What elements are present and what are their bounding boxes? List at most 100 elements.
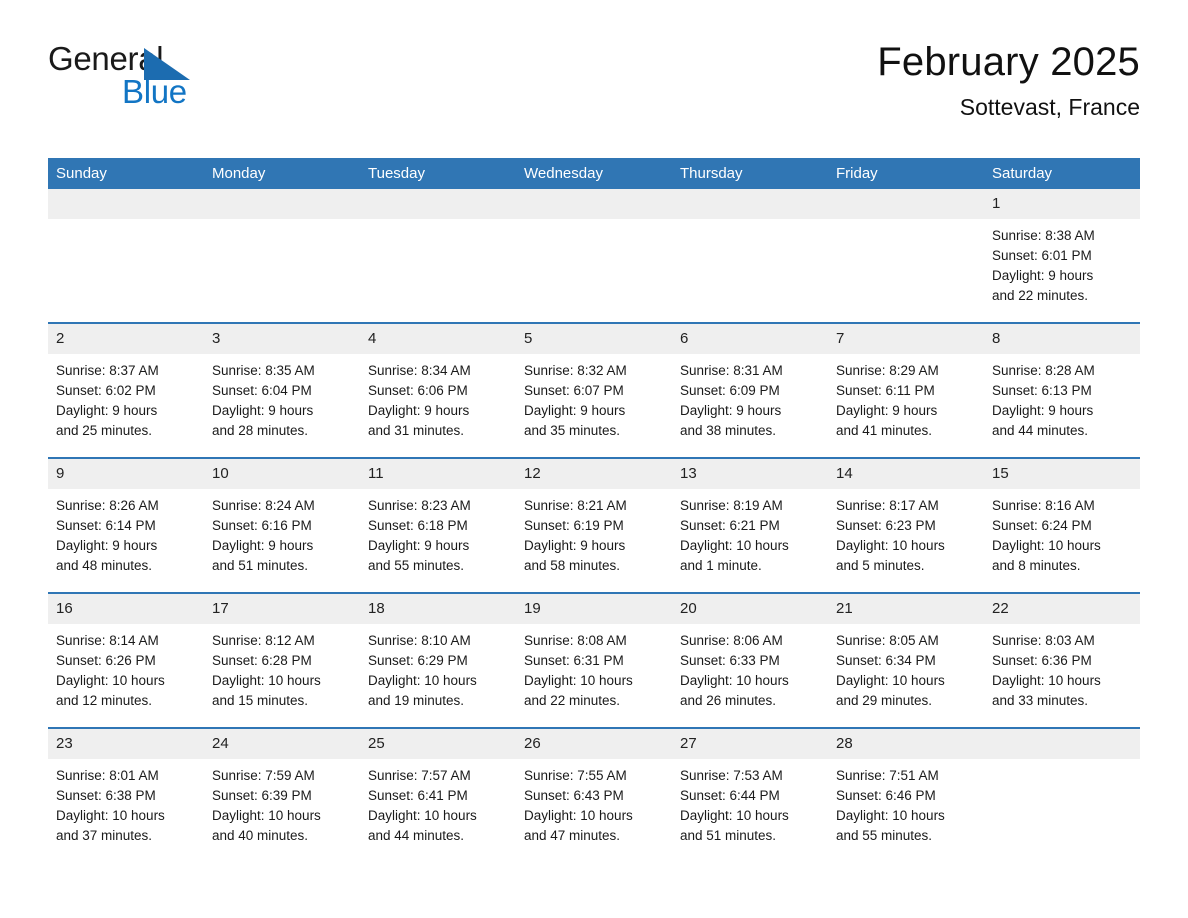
calendar-day-cell[interactable]: 27 Sunrise: 7:53 AM Sunset: 6:44 PM Dayligh…	[672, 727, 828, 862]
calendar-body: 1 Sunrise: 8:38 AM Sunset: 6:01 PM Daylight…	[48, 189, 1140, 862]
day-cell-inner: 28 Sunrise: 7:51 AM Sunset: 6:46 PM Dayligh…	[828, 729, 984, 862]
day-number: 22	[984, 594, 1140, 624]
sunset-text: Sunset: 6:18 PM	[368, 518, 468, 533]
day-number: 14	[828, 459, 984, 489]
day-cell-inner: 9 Sunrise: 8:26 AM Sunset: 6:14 PM Daylight…	[48, 459, 204, 592]
calendar-day-cell[interactable]: 18 Sunrise: 8:10 AM Sunset: 6:29 PM Dayligh…	[360, 592, 516, 728]
sunrise-text: Sunrise: 7:55 AM	[524, 768, 627, 783]
daylight-text-line2: and 26 minutes.	[680, 693, 777, 708]
day-cell-inner: 21 Sunrise: 8:05 AM Sunset: 6:34 PM Dayligh…	[828, 594, 984, 727]
calendar-day-cell[interactable]: 6 Sunrise: 8:31 AM Sunset: 6:09 PM Daylight…	[672, 322, 828, 458]
calendar-day-cell-empty	[672, 189, 828, 323]
day-number: 3	[204, 324, 360, 354]
day-number: 23	[48, 729, 204, 759]
daylight-text-line2: and 12 minutes.	[56, 693, 153, 708]
calendar-day-cell[interactable]: 5 Sunrise: 8:32 AM Sunset: 6:07 PM Daylight…	[516, 322, 672, 458]
sunrise-text: Sunrise: 8:28 AM	[992, 363, 1095, 378]
sunset-text: Sunset: 6:09 PM	[680, 383, 780, 398]
calendar-week-row: 2 Sunrise: 8:37 AM Sunset: 6:02 PM Daylight…	[48, 322, 1140, 458]
day-number	[516, 189, 672, 219]
day-number: 27	[672, 729, 828, 759]
calendar-day-cell[interactable]: 21 Sunrise: 8:05 AM Sunset: 6:34 PM Dayligh…	[828, 592, 984, 728]
sunrise-text: Sunrise: 8:19 AM	[680, 498, 783, 513]
calendar-day-cell[interactable]: 25 Sunrise: 7:57 AM Sunset: 6:41 PM Dayligh…	[360, 727, 516, 862]
sunset-text: Sunset: 6:16 PM	[212, 518, 312, 533]
day-number: 2	[48, 324, 204, 354]
calendar-day-cell[interactable]: 24 Sunrise: 7:59 AM Sunset: 6:39 PM Dayligh…	[204, 727, 360, 862]
calendar-day-cell[interactable]: 15 Sunrise: 8:16 AM Sunset: 6:24 PM Dayligh…	[984, 457, 1140, 593]
calendar-day-cell[interactable]: 14 Sunrise: 8:17 AM Sunset: 6:23 PM Dayligh…	[828, 457, 984, 593]
calendar-day-cell[interactable]: 4 Sunrise: 8:34 AM Sunset: 6:06 PM Daylight…	[360, 322, 516, 458]
weekday-header-monday: Monday	[204, 158, 360, 189]
calendar-day-cell[interactable]: 17 Sunrise: 8:12 AM Sunset: 6:28 PM Dayligh…	[204, 592, 360, 728]
day-cell-inner: 27 Sunrise: 7:53 AM Sunset: 6:44 PM Dayligh…	[672, 729, 828, 862]
day-cell-inner: 7 Sunrise: 8:29 AM Sunset: 6:11 PM Daylight…	[828, 324, 984, 457]
day-number	[48, 189, 204, 219]
sunset-text: Sunset: 6:31 PM	[524, 653, 624, 668]
daylight-text-line2: and 22 minutes.	[992, 288, 1089, 303]
day-cell-inner: 24 Sunrise: 7:59 AM Sunset: 6:39 PM Dayligh…	[204, 729, 360, 862]
daylight-text-line1: Daylight: 9 hours	[56, 538, 158, 553]
day-info: Sunrise: 8:28 AM Sunset: 6:13 PM Daylight:…	[984, 354, 1140, 441]
sunset-text: Sunset: 6:21 PM	[680, 518, 780, 533]
calendar-day-cell-empty	[516, 189, 672, 323]
daylight-text-line1: Daylight: 10 hours	[524, 673, 633, 688]
calendar-day-cell-empty	[204, 189, 360, 323]
calendar-day-cell[interactable]: 1 Sunrise: 8:38 AM Sunset: 6:01 PM Daylight…	[984, 189, 1140, 323]
day-info: Sunrise: 8:26 AM Sunset: 6:14 PM Daylight:…	[48, 489, 204, 576]
title-block: February 2025 Sottevast, France	[877, 38, 1140, 122]
calendar-day-cell[interactable]: 19 Sunrise: 8:08 AM Sunset: 6:31 PM Dayligh…	[516, 592, 672, 728]
sunset-text: Sunset: 6:36 PM	[992, 653, 1092, 668]
daylight-text-line1: Daylight: 10 hours	[836, 808, 945, 823]
day-info: Sunrise: 7:55 AM Sunset: 6:43 PM Daylight:…	[516, 759, 672, 846]
sunset-text: Sunset: 6:43 PM	[524, 788, 624, 803]
calendar-day-cell[interactable]: 16 Sunrise: 8:14 AM Sunset: 6:26 PM Dayligh…	[48, 592, 204, 728]
sunrise-text: Sunrise: 7:53 AM	[680, 768, 783, 783]
calendar-day-cell[interactable]: 11 Sunrise: 8:23 AM Sunset: 6:18 PM Dayligh…	[360, 457, 516, 593]
calendar-day-cell[interactable]: 23 Sunrise: 8:01 AM Sunset: 6:38 PM Dayligh…	[48, 727, 204, 862]
page-header: General Blue February 2025 Sottevast, Fr…	[48, 0, 1140, 120]
day-info: Sunrise: 7:53 AM Sunset: 6:44 PM Daylight:…	[672, 759, 828, 846]
calendar-day-cell[interactable]: 26 Sunrise: 7:55 AM Sunset: 6:43 PM Dayligh…	[516, 727, 672, 862]
daylight-text-line2: and 15 minutes.	[212, 693, 309, 708]
day-cell-inner: 18 Sunrise: 8:10 AM Sunset: 6:29 PM Dayligh…	[360, 594, 516, 727]
sunrise-text: Sunrise: 8:32 AM	[524, 363, 627, 378]
calendar-day-cell[interactable]: 22 Sunrise: 8:03 AM Sunset: 6:36 PM Dayligh…	[984, 592, 1140, 728]
day-number: 6	[672, 324, 828, 354]
calendar-day-cell[interactable]: 7 Sunrise: 8:29 AM Sunset: 6:11 PM Daylight…	[828, 322, 984, 458]
sunrise-text: Sunrise: 8:24 AM	[212, 498, 315, 513]
day-number	[984, 729, 1140, 759]
sunrise-text: Sunrise: 8:10 AM	[368, 633, 471, 648]
daylight-text-line2: and 25 minutes.	[56, 423, 153, 438]
calendar-day-cell[interactable]: 8 Sunrise: 8:28 AM Sunset: 6:13 PM Daylight…	[984, 322, 1140, 458]
calendar-day-cell-empty	[828, 189, 984, 323]
weekday-header-thursday: Thursday	[672, 158, 828, 189]
sunset-text: Sunset: 6:01 PM	[992, 248, 1092, 263]
calendar-day-cell[interactable]: 28 Sunrise: 7:51 AM Sunset: 6:46 PM Dayligh…	[828, 727, 984, 862]
day-cell-inner: 19 Sunrise: 8:08 AM Sunset: 6:31 PM Dayligh…	[516, 594, 672, 727]
generalblue-logo[interactable]: General Blue	[48, 42, 198, 110]
sunset-text: Sunset: 6:14 PM	[56, 518, 156, 533]
daylight-text-line1: Daylight: 10 hours	[368, 808, 477, 823]
calendar-day-cell[interactable]: 10 Sunrise: 8:24 AM Sunset: 6:16 PM Dayligh…	[204, 457, 360, 593]
day-info: Sunrise: 8:03 AM Sunset: 6:36 PM Daylight:…	[984, 624, 1140, 711]
calendar-day-cell[interactable]: 9 Sunrise: 8:26 AM Sunset: 6:14 PM Daylight…	[48, 457, 204, 593]
day-cell-inner	[48, 189, 204, 322]
day-number: 21	[828, 594, 984, 624]
daylight-text-line1: Daylight: 10 hours	[680, 538, 789, 553]
day-cell-inner: 4 Sunrise: 8:34 AM Sunset: 6:06 PM Daylight…	[360, 324, 516, 457]
calendar-day-cell[interactable]: 13 Sunrise: 8:19 AM Sunset: 6:21 PM Dayligh…	[672, 457, 828, 593]
sunset-text: Sunset: 6:06 PM	[368, 383, 468, 398]
calendar-day-cell[interactable]: 2 Sunrise: 8:37 AM Sunset: 6:02 PM Daylight…	[48, 322, 204, 458]
daylight-text-line1: Daylight: 10 hours	[524, 808, 633, 823]
day-info: Sunrise: 8:19 AM Sunset: 6:21 PM Daylight:…	[672, 489, 828, 576]
calendar-day-cell[interactable]: 3 Sunrise: 8:35 AM Sunset: 6:04 PM Daylight…	[204, 322, 360, 458]
daylight-text-line1: Daylight: 9 hours	[992, 403, 1094, 418]
day-cell-inner: 13 Sunrise: 8:19 AM Sunset: 6:21 PM Dayligh…	[672, 459, 828, 592]
sunset-text: Sunset: 6:44 PM	[680, 788, 780, 803]
day-info: Sunrise: 8:37 AM Sunset: 6:02 PM Daylight:…	[48, 354, 204, 441]
calendar-day-cell[interactable]: 20 Sunrise: 8:06 AM Sunset: 6:33 PM Dayligh…	[672, 592, 828, 728]
page-subtitle: Sottevast, France	[959, 94, 1140, 120]
calendar-day-cell[interactable]: 12 Sunrise: 8:21 AM Sunset: 6:19 PM Dayligh…	[516, 457, 672, 593]
day-number: 24	[204, 729, 360, 759]
